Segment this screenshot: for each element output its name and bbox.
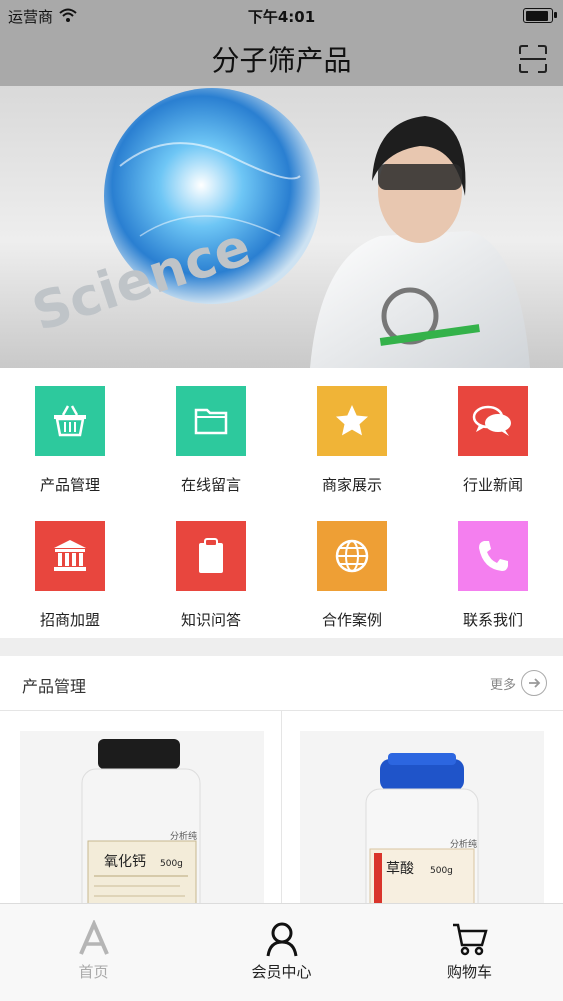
status-time: 下午4:01 bbox=[247, 8, 316, 26]
basket-icon bbox=[35, 386, 105, 456]
product-image: 分析纯 氧化钙 500g bbox=[20, 731, 264, 903]
tab-label: 首页 bbox=[78, 963, 109, 981]
menu-label: 产品管理 bbox=[39, 476, 100, 494]
page-title: 分子筛产品 bbox=[211, 44, 352, 77]
tab-member-center[interactable]: 会员中心 bbox=[188, 904, 375, 1001]
menu-label: 在线留言 bbox=[180, 476, 241, 494]
menu-grid: 产品管理 在线留言 商家展示 行业新闻 招商加盟 知识问答 合作案例 联系我们 bbox=[0, 368, 563, 638]
section-title: 产品管理 bbox=[22, 677, 87, 696]
scientist-coat bbox=[310, 231, 530, 368]
tab-cart[interactable]: 购物车 bbox=[376, 904, 563, 1001]
menu-item-merchant-showcase[interactable]: 商家展示 bbox=[282, 368, 422, 503]
menu-item-franchise[interactable]: 招商加盟 bbox=[0, 503, 140, 638]
tab-label: 购物车 bbox=[446, 963, 492, 981]
menu-item-contact-us[interactable]: 联系我们 bbox=[423, 503, 563, 638]
star-icon bbox=[317, 386, 387, 456]
hero-banner[interactable]: Science bbox=[0, 86, 563, 368]
menu-label: 商家展示 bbox=[321, 476, 382, 494]
tab-label: 会员中心 bbox=[251, 963, 312, 981]
product-name: 氧化钙 bbox=[104, 854, 146, 870]
menu-item-online-message[interactable]: 在线留言 bbox=[141, 368, 281, 503]
clipboard-icon bbox=[176, 521, 246, 591]
nav-bar: 分子筛产品 bbox=[0, 30, 563, 86]
scan-icon[interactable] bbox=[518, 44, 548, 74]
home-a-icon bbox=[75, 918, 113, 958]
battery-icon bbox=[523, 8, 557, 23]
user-icon bbox=[263, 920, 301, 958]
product-top-label: 分析纯 bbox=[450, 838, 477, 850]
status-bar: 运营商 下午4:01 bbox=[0, 0, 563, 30]
banner-illustration: Science bbox=[25, 88, 530, 368]
menu-item-industry-news[interactable]: 行业新闻 bbox=[423, 368, 563, 503]
menu-item-product-management[interactable]: 产品管理 bbox=[0, 368, 140, 503]
product-weight: 500g bbox=[430, 866, 453, 876]
product-card[interactable]: 分析纯 草酸 500g bbox=[282, 711, 563, 903]
arrow-right-icon bbox=[521, 670, 547, 696]
globe-icon bbox=[317, 521, 387, 591]
menu-item-cases[interactable]: 合作案例 bbox=[282, 503, 422, 638]
section-header: 产品管理 更多 bbox=[0, 656, 563, 711]
menu-label: 知识问答 bbox=[180, 611, 241, 629]
menu-label: 合作案例 bbox=[321, 611, 382, 629]
section-divider bbox=[0, 638, 563, 656]
tab-bar: 首页 会员中心 购物车 bbox=[0, 903, 563, 1001]
product-card[interactable]: 分析纯 氧化钙 500g bbox=[0, 711, 281, 903]
product-image: 分析纯 草酸 500g bbox=[300, 731, 544, 903]
cart-icon bbox=[451, 920, 489, 958]
product-top-label: 分析纯 bbox=[170, 830, 197, 842]
menu-label: 招商加盟 bbox=[39, 611, 100, 629]
tab-home[interactable]: 首页 bbox=[0, 904, 187, 1001]
product-list: 分析纯 氧化钙 500g 分析纯 草酸 500g bbox=[0, 711, 563, 903]
menu-label: 联系我们 bbox=[462, 611, 523, 629]
menu-item-knowledge-qa[interactable]: 知识问答 bbox=[141, 503, 281, 638]
folder-icon bbox=[176, 386, 246, 456]
bank-icon bbox=[35, 521, 105, 591]
menu-label: 行业新闻 bbox=[462, 476, 523, 494]
more-label: 更多 bbox=[489, 677, 516, 693]
product-weight: 500g bbox=[160, 859, 183, 869]
chat-bubbles-icon bbox=[458, 386, 528, 456]
phone-icon bbox=[458, 521, 528, 591]
safety-goggles bbox=[378, 164, 462, 190]
product-name: 草酸 bbox=[386, 861, 414, 877]
more-button[interactable]: 更多 bbox=[490, 670, 547, 696]
